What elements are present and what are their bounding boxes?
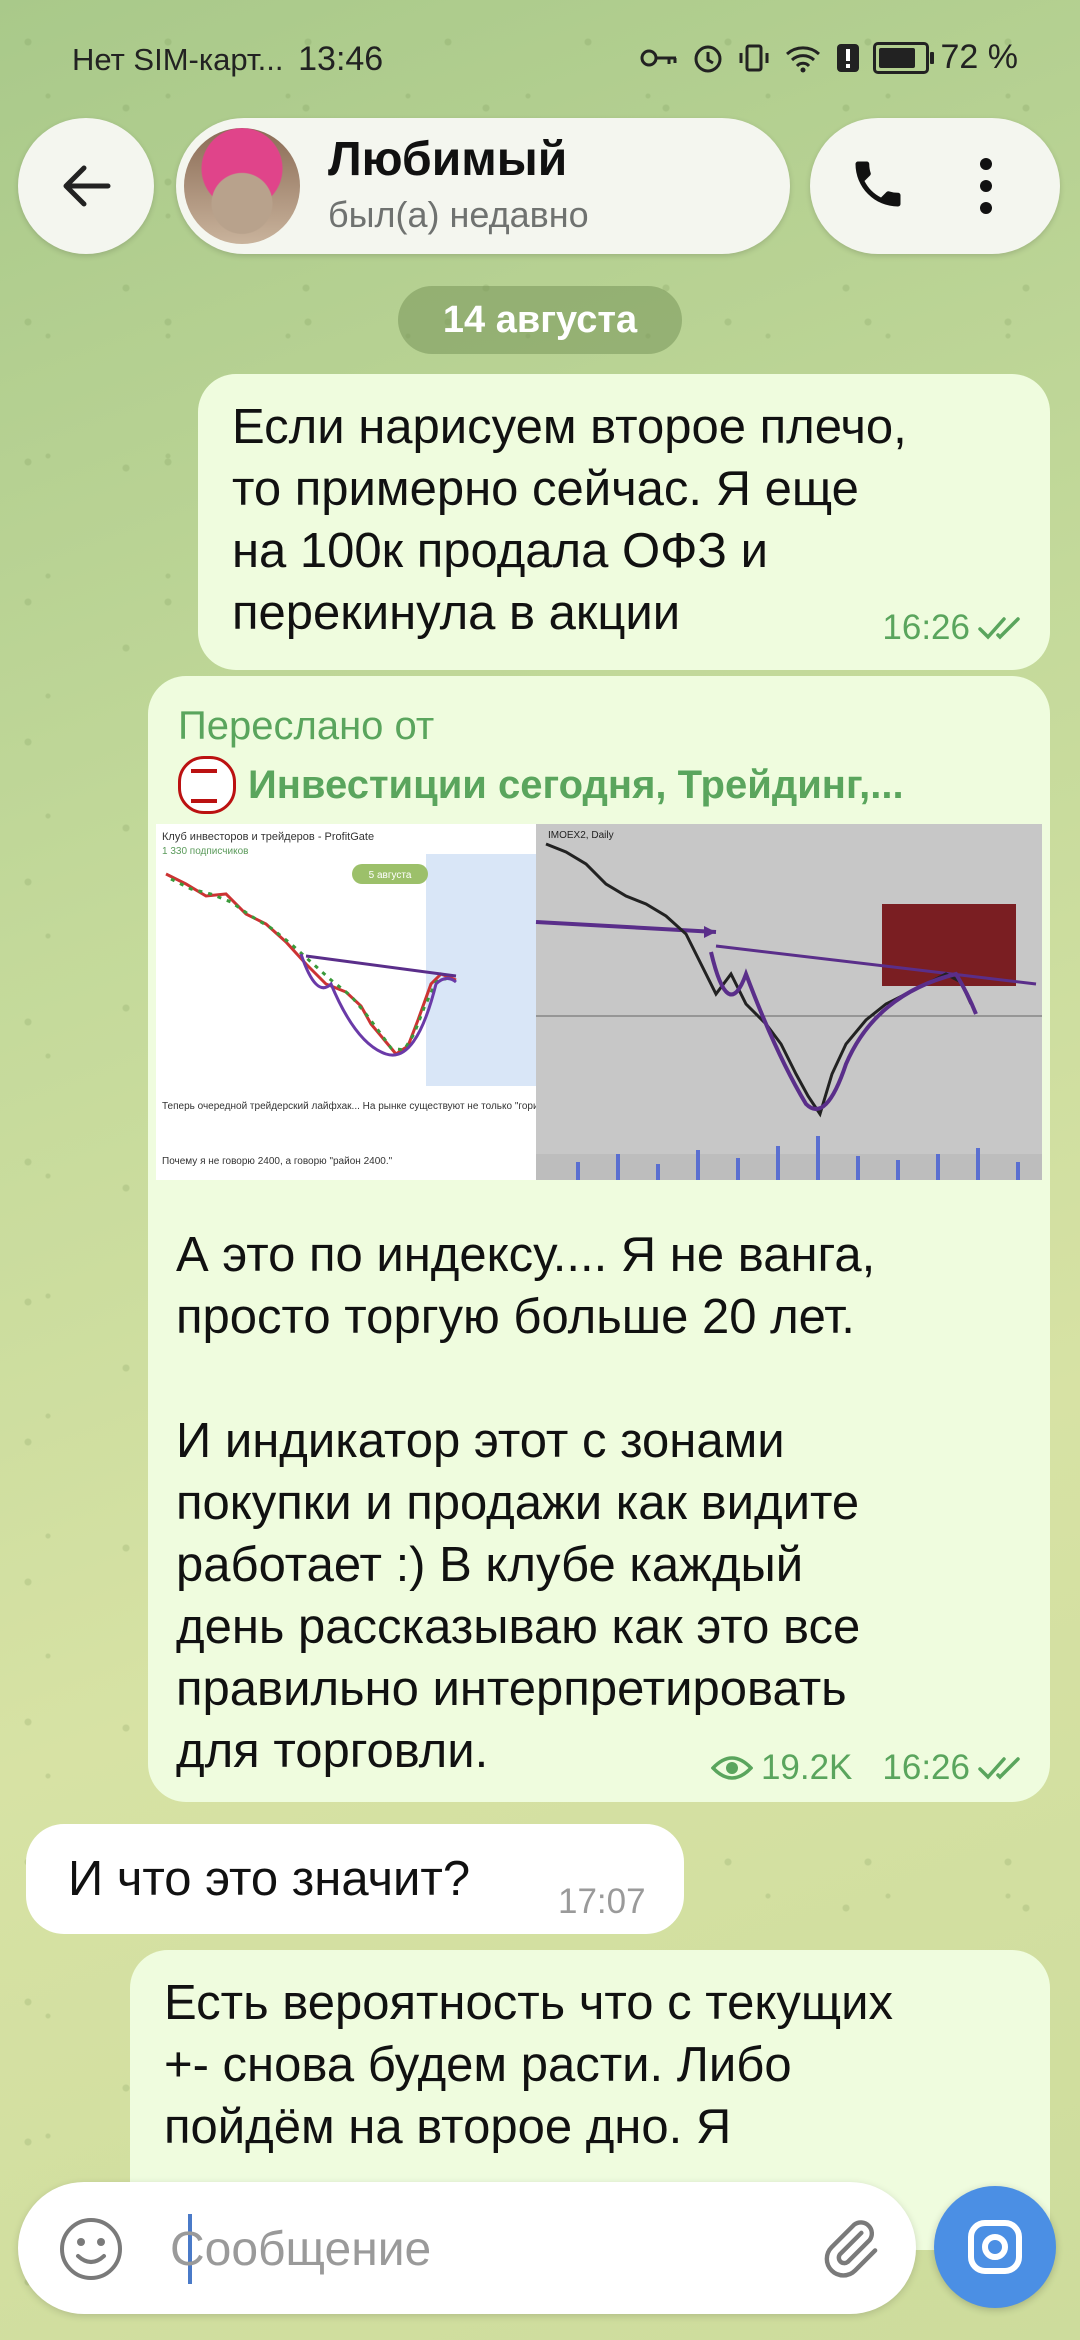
double-check-icon xyxy=(978,1757,1020,1780)
back-arrow-icon xyxy=(63,165,111,207)
status-time: 13:46 xyxy=(298,40,384,78)
phone-icon[interactable] xyxy=(848,154,908,214)
message-time: 16:26 xyxy=(882,1748,970,1787)
camera-icon xyxy=(968,2220,1022,2274)
chart-screenshot: Клуб инвесторов и трейдеров - ProfitGate… xyxy=(156,824,1042,1180)
alarm-icon xyxy=(694,45,721,72)
message-text: А это по индексу.... Я не ванга, просто … xyxy=(176,1228,876,1778)
message-text: Если нарисуем второе плечо, то примерно … xyxy=(232,400,907,640)
message-bubble-incoming[interactable]: И что это значит? 17:07 xyxy=(26,1824,684,1934)
status-right: 72 % xyxy=(639,38,1019,77)
message-input[interactable] xyxy=(168,2212,732,2286)
status-left: Нет SIM-карт... 13:46 xyxy=(72,40,383,79)
message-text: И что это значит? xyxy=(68,1852,471,1906)
attach-icon[interactable] xyxy=(816,2214,882,2282)
double-check-icon xyxy=(978,617,1020,640)
left-panel-date-badge: 5 августа xyxy=(369,870,412,881)
forwarded-label: Переслано от xyxy=(178,704,435,748)
battery-icon xyxy=(872,41,934,74)
left-panel-caption-2: Почему я не говорю 2400, а говорю "район… xyxy=(162,1156,393,1167)
eye-icon xyxy=(710,1756,753,1780)
chat-header[interactable]: Любимый был(а) недавно xyxy=(176,118,790,254)
key-icon xyxy=(640,49,676,66)
message-bubble-forwarded[interactable]: Переслано от Инвестиции сегодня, Трейдин… xyxy=(148,676,1050,1802)
vibrate-icon xyxy=(739,44,768,71)
forwarded-channel[interactable]: Инвестиции сегодня, Трейдинг,... xyxy=(178,756,904,814)
forwarded-image[interactable]: Клуб инвесторов и трейдеров - ProfitGate… xyxy=(156,824,1042,1180)
message-bubble-outgoing[interactable]: Если нарисуем второе плечо, то примерно … xyxy=(198,374,1050,670)
message-meta: 19.2K 16:26 xyxy=(710,1748,1028,1788)
camera-button[interactable] xyxy=(934,2186,1056,2308)
emoji-icon[interactable] xyxy=(58,2216,124,2282)
message-text: Есть вероятность что с текущих +- снова … xyxy=(164,1976,894,2154)
carrier-text: Нет SIM-карт... xyxy=(72,42,284,77)
back-button[interactable] xyxy=(18,118,154,254)
status-bar: Нет SIM-карт... 13:46 72 % xyxy=(0,0,1080,118)
left-panel-title: Клуб инвесторов и трейдеров - ProfitGate xyxy=(162,831,374,843)
message-time: 17:07 xyxy=(558,1882,646,1921)
message-time: 16:26 xyxy=(882,608,970,647)
channel-logo xyxy=(178,756,236,814)
left-panel-subscribers: 1 330 подписчиков xyxy=(162,846,248,857)
right-panel-title: IMOEX2, Daily xyxy=(548,830,614,841)
battery-percent: 72 % xyxy=(940,38,1019,76)
wifi-icon xyxy=(785,45,820,72)
contact-status: был(а) недавно xyxy=(328,194,589,235)
date-separator: 14 августа xyxy=(398,286,682,354)
avatar[interactable] xyxy=(184,128,300,244)
views-count: 19.2K xyxy=(760,1748,853,1787)
message-meta: 17:07 xyxy=(558,1882,646,1922)
message-meta: 16:26 xyxy=(882,608,1028,648)
header-actions xyxy=(810,118,1060,254)
alert-icon xyxy=(836,43,859,72)
contact-name: Любимый xyxy=(328,133,568,186)
forwarded-channel-name: Инвестиции сегодня, Трейдинг,... xyxy=(248,762,904,807)
battery-fill xyxy=(878,47,915,68)
more-vertical-icon[interactable] xyxy=(978,156,994,216)
message-composer xyxy=(18,2182,916,2314)
